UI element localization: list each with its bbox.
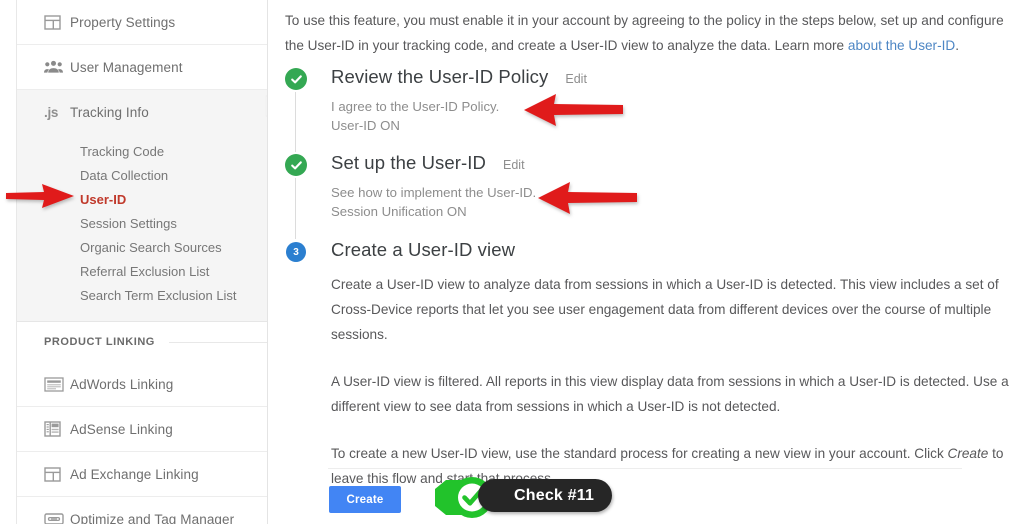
- step-2-summary-line2: Session Unification ON: [331, 204, 467, 219]
- step-set-up-user-id: Set up the User-ID Edit See how to imple…: [285, 152, 1005, 239]
- step-2-marker: [285, 154, 307, 176]
- create-button[interactable]: Create: [329, 486, 401, 513]
- step-3-create-emphasis: Create: [947, 446, 989, 461]
- sidebar-subitem-tracking-code[interactable]: Tracking Code: [17, 139, 267, 163]
- step-3-body: Create a User-ID view to analyze data fr…: [331, 272, 1013, 491]
- footer-divider: [328, 468, 962, 469]
- subnav-label: Search Term Exclusion List: [80, 287, 237, 303]
- subnav-label: Referral Exclusion List: [80, 263, 210, 279]
- section-rule: [169, 342, 267, 343]
- section-title: PRODUCT LINKING: [44, 336, 155, 348]
- subnav-label: Organic Search Sources: [80, 239, 222, 255]
- check-circle-icon: [285, 154, 307, 176]
- check-circle-icon: [285, 68, 307, 90]
- step-title: Create a User-ID view: [331, 239, 516, 260]
- sidebar-subitem-session-settings[interactable]: Session Settings: [17, 211, 267, 235]
- setup-steps: Review the User-ID Policy Edit I agree t…: [285, 66, 1009, 491]
- sidebar-subitem-search-term-exclusion-list[interactable]: Search Term Exclusion List: [17, 283, 267, 307]
- step-2-summary: See how to implement the User-ID. Sessio…: [331, 183, 1005, 221]
- step-1-summary-line2: User-ID ON: [331, 118, 400, 133]
- sidebar-item-adwords-linking[interactable]: AdWords Linking: [17, 362, 267, 407]
- sidebar-item-label: AdSense Linking: [70, 421, 173, 437]
- sidebar-item-label: Tracking Info: [70, 105, 149, 120]
- step-connector-line: [295, 92, 296, 152]
- sidebar-item-tracking-info[interactable]: .js Tracking Info: [17, 90, 267, 135]
- property-settings-icon: [44, 14, 70, 31]
- step-3-marker: 3: [285, 241, 307, 263]
- step-title: Set up the User-ID: [331, 152, 487, 173]
- sidebar-item-ad-exchange-linking[interactable]: Ad Exchange Linking: [17, 452, 267, 497]
- subnav-label: User-ID: [80, 191, 127, 207]
- step-1-summary-line1: I agree to the User-ID Policy.: [331, 99, 500, 114]
- sidebar-item-label: User Management: [70, 59, 183, 75]
- step-review-user-id-policy: Review the User-ID Policy Edit I agree t…: [285, 66, 1005, 152]
- step-3-paragraph-3a: To create a new User-ID view, use the st…: [331, 446, 948, 461]
- sidebar-section-product-linking: PRODUCT LINKING: [17, 322, 267, 362]
- adsense-linking-icon: [44, 421, 70, 437]
- ad-exchange-linking-icon: [44, 466, 70, 483]
- optimize-tag-manager-icon: [44, 512, 70, 524]
- admin-sidebar: Property Settings User Management .js Tr…: [0, 0, 268, 524]
- subnav-label: Data Collection: [80, 167, 169, 183]
- step-3-paragraph-2: A User-ID view is filtered. All reports …: [331, 374, 1009, 414]
- sidebar-item-property-settings[interactable]: Property Settings: [17, 0, 267, 45]
- google-analytics-user-id-settings-page: Property Settings User Management .js Tr…: [0, 0, 1024, 524]
- js-icon: .js: [44, 105, 70, 120]
- sidebar-item-label: Property Settings: [70, 14, 176, 30]
- sidebar-subitem-user-id[interactable]: User-ID: [17, 187, 267, 211]
- step-2-summary-line1: See how to implement the User-ID.: [331, 185, 537, 200]
- tracking-info-subnav: Tracking Code Data Collection User-ID Se…: [17, 135, 267, 322]
- sidebar-item-label: Ad Exchange Linking: [70, 466, 199, 482]
- step-3-title-row: Create a User-ID view: [331, 239, 1005, 265]
- step-2-edit-link[interactable]: Edit: [503, 158, 525, 172]
- step-3-paragraph-1: Create a User-ID view to analyze data fr…: [331, 277, 999, 342]
- main-content: To use this feature, you must enable it …: [268, 0, 1024, 524]
- intro-paragraph: To use this feature, you must enable it …: [285, 8, 1020, 58]
- about-the-user-id-link[interactable]: about the User-ID: [848, 38, 955, 53]
- step-create-user-id-view: 3 Create a User-ID view Create a User-ID…: [285, 239, 1009, 491]
- step-1-marker: [285, 68, 307, 90]
- intro-text-part2: .: [955, 38, 959, 53]
- sidebar-item-label: Optimize and Tag Manager: [70, 511, 235, 524]
- sidebar-subitem-organic-search-sources[interactable]: Organic Search Sources: [17, 235, 267, 259]
- subnav-label: Tracking Code: [80, 143, 165, 159]
- step-1-title-row: Review the User-ID Policy Edit: [331, 66, 1005, 92]
- user-management-icon: [44, 60, 70, 74]
- sidebar-item-label: AdWords Linking: [70, 376, 174, 392]
- sidebar-subitem-referral-exclusion-list[interactable]: Referral Exclusion List: [17, 259, 267, 283]
- step-title: Review the User-ID Policy: [331, 66, 549, 87]
- adwords-linking-icon: [44, 376, 70, 392]
- sidebar-item-user-management[interactable]: User Management: [17, 45, 267, 90]
- step-connector-line: [295, 178, 296, 239]
- step-3-paragraph-3: To create a new User-ID view, use the st…: [331, 441, 1013, 491]
- sidebar-subitem-data-collection[interactable]: Data Collection: [17, 163, 267, 187]
- js-icon-text: .js: [44, 105, 59, 120]
- sidebar-nav-list: Property Settings User Management .js Tr…: [17, 0, 267, 524]
- step-2-title-row: Set up the User-ID Edit: [331, 152, 1005, 178]
- sidebar-item-optimize-tag-manager[interactable]: Optimize and Tag Manager: [17, 497, 267, 524]
- step-1-summary: I agree to the User-ID Policy. User-ID O…: [331, 97, 1005, 135]
- step-1-edit-link[interactable]: Edit: [565, 72, 587, 86]
- step-number-badge: 3: [286, 242, 306, 262]
- subnav-label: Session Settings: [80, 215, 177, 231]
- sidebar-item-adsense-linking[interactable]: AdSense Linking: [17, 407, 267, 452]
